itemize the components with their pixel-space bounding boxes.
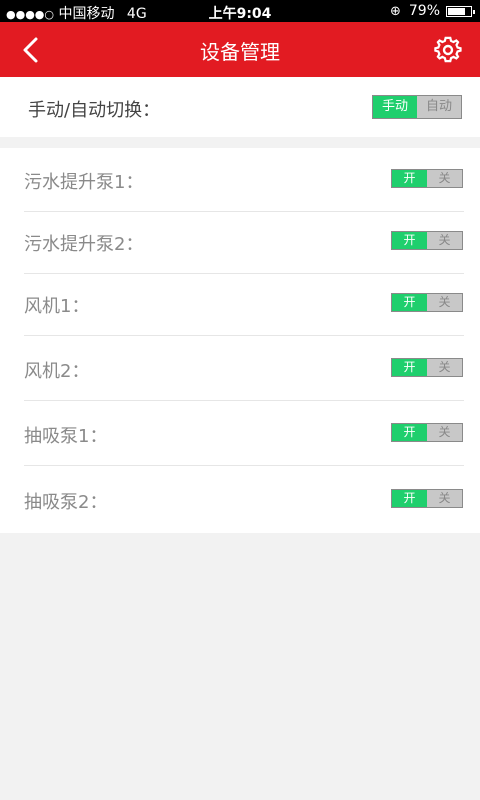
rotation-lock-icon: ⊕ [389,3,401,19]
status-bar: ●●●●○ 中国移动 4G 上午9:04 ⊕ 79% [0,0,480,22]
toggle-on-option[interactable]: 开 [392,359,427,376]
list-item: 污水提升泵1： 开 关 [0,148,480,212]
device-toggle[interactable]: 开 关 [391,231,463,250]
toggle-off-option[interactable]: 关 [427,424,462,441]
device-name: 风机2： [24,361,90,382]
nav-bar: 设备管理 [0,22,480,77]
mode-switch-label: 手动/自动切换： [28,100,161,121]
list-item: 抽吸泵2： 开 关 [0,468,480,532]
mode-switch-row: 手动/自动切换： 手动 自动 [0,77,480,137]
device-toggle[interactable]: 开 关 [391,489,463,508]
toggle-off-option[interactable]: 关 [427,170,462,187]
list-item: 风机2： 开 关 [0,337,480,401]
list-item: 风机1： 开 关 [0,272,480,336]
status-right: ⊕ 79% [389,3,475,19]
device-toggle[interactable]: 开 关 [391,169,463,188]
toggle-on-option[interactable]: 开 [392,424,427,441]
device-name: 污水提升泵1： [24,172,144,193]
divider [24,400,464,401]
toggle-off-option[interactable]: 关 [427,490,462,507]
device-toggle[interactable]: 开 关 [391,293,463,312]
device-toggle[interactable]: 开 关 [391,423,463,442]
mode-option-manual[interactable]: 手动 [373,96,417,118]
device-name: 抽吸泵1： [24,426,108,447]
battery-icon [446,5,475,17]
device-name: 风机1： [24,296,90,317]
divider [24,335,464,336]
toggle-off-option[interactable]: 关 [427,294,462,311]
toggle-on-option[interactable]: 开 [392,232,427,249]
list-item: 污水提升泵2： 开 关 [0,210,480,274]
toggle-off-option[interactable]: 关 [427,232,462,249]
toggle-on-option[interactable]: 开 [392,490,427,507]
page-title: 设备管理 [200,40,280,64]
toggle-on-option[interactable]: 开 [392,170,427,187]
divider [24,465,464,466]
device-list: 污水提升泵1： 开 关 污水提升泵2： 开 关 风机1： 开 关 风机2： 开 … [0,148,480,533]
gear-icon[interactable] [434,36,462,64]
battery-percent: 79% [408,3,440,19]
list-item: 抽吸泵1： 开 关 [0,402,480,466]
device-toggle[interactable]: 开 关 [391,358,463,377]
mode-option-auto[interactable]: 自动 [417,96,461,118]
device-name: 污水提升泵2： [24,234,144,255]
toggle-off-option[interactable]: 关 [427,359,462,376]
battery-fill [448,7,465,15]
toggle-on-option[interactable]: 开 [392,294,427,311]
device-name: 抽吸泵2： [24,492,108,513]
mode-segmented-control[interactable]: 手动 自动 [372,95,462,119]
